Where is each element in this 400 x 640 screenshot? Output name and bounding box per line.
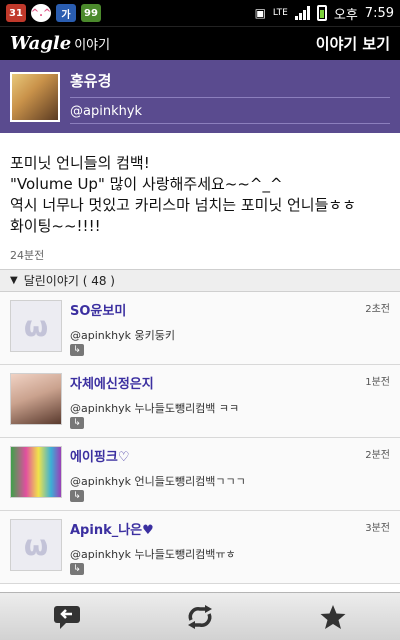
wagle-placeholder-icon: ω (23, 528, 49, 562)
post-line: 역시 너무나 멋있고 카리스마 넘치는 포미닛 언니들ㅎㅎ (10, 196, 357, 214)
page-title: 이야기 보기 (315, 35, 390, 53)
reply-avatar[interactable] (10, 373, 62, 425)
author-profile[interactable]: 홍유경 @apinkhyk (0, 60, 400, 133)
status-bar: 31 ^.^ 가 99 ▣ LTE 오후 7:59 (0, 0, 400, 26)
list-item[interactable]: 자체에신정은지 @apinkhyk 누나들도뺑리컴백 ㅋㅋ 1분전 ↳ (0, 365, 400, 438)
reply-time: 2분전 (365, 450, 390, 461)
ampm-label: 오후 (333, 7, 358, 23)
replies-list[interactable]: ω SO윤보미 @apinkhyk 웅키둥키 2초전 ↳ 자체에신정은지 @ap… (0, 292, 400, 586)
battery-icon (316, 5, 327, 21)
screenshot-icon: ▣ (254, 6, 266, 20)
bottom-toolbar (0, 592, 400, 640)
list-item[interactable]: 에이핑크♡ @apinkhyk 언니들도뺑리컴백ㄱㄱㄱ 2분전 ↳ (0, 438, 400, 511)
reply-avatar[interactable]: ω (10, 300, 62, 352)
battery-status-icon: 99 (81, 4, 101, 22)
app-logo[interactable]: Wagle (10, 33, 71, 54)
keyboard-icon: 가 (56, 4, 76, 22)
reply-text: @apinkhyk 언니들도뺑리컴백ㄱㄱㄱ (70, 475, 246, 488)
reply-arrow-icon[interactable]: ↳ (70, 490, 84, 502)
replies-header-label: 달린이야기 ( 48 ) (23, 274, 115, 288)
reply-author: 자체에신정은지 (70, 377, 154, 392)
favorite-button[interactable] (267, 593, 400, 640)
collapse-triangle-icon[interactable]: ▼ (10, 275, 18, 286)
author-handle: @apinkhyk (70, 104, 390, 124)
retweet-icon (187, 604, 212, 629)
reply-author: SO윤보미 (70, 304, 127, 319)
wagle-placeholder-icon: ω (23, 309, 49, 343)
signal-icon (294, 6, 310, 20)
app-logo-sub: 이야기 (74, 38, 111, 53)
reply-time: 3분전 (365, 523, 390, 534)
reply-author: Apink_나은♥ (70, 523, 154, 538)
list-item[interactable]: ω Apink_나은♥ @apinkhyk 누나들도뺑리컴백ㅠㅎ 3분전 ↳ (0, 511, 400, 584)
author-name: 홍유경 (70, 70, 390, 98)
reply-icon (53, 605, 80, 629)
reply-arrow-icon[interactable]: ↳ (70, 563, 84, 575)
cat-icon: ^.^ (31, 4, 51, 22)
post-line: 포미닛 언니들의 컴백! (10, 154, 150, 172)
reply-text: @apinkhyk 누나들도뺑리컴백ㅠㅎ (70, 548, 236, 561)
reply-arrow-icon[interactable]: ↳ (70, 417, 84, 429)
lte-label: LTE (272, 8, 288, 18)
retweet-button[interactable] (133, 593, 266, 640)
reply-time: 2초전 (365, 304, 390, 315)
clock: 7:59 (364, 5, 394, 21)
post-time: 24분전 (10, 249, 45, 262)
replies-header[interactable]: ▼ 달린이야기 ( 48 ) (0, 269, 400, 292)
notification-icons: 31 ^.^ 가 99 (6, 4, 101, 22)
reply-author: 에이핑크♡ (70, 450, 130, 465)
reply-arrow-icon[interactable]: ↳ (70, 344, 84, 356)
list-item[interactable]: ω SO윤보미 @apinkhyk 웅키둥키 2초전 ↳ (0, 292, 400, 365)
reply-text: @apinkhyk 누나들도뺑리컴백 ㅋㅋ (70, 402, 240, 415)
post-line: "Volume Up" 많이 사랑해주세요~~^_^ (10, 175, 283, 193)
calendar-icon: 31 (6, 4, 26, 22)
reply-text: @apinkhyk 웅키둥키 (70, 329, 175, 342)
app-bar: Wagle 이야기 이야기 보기 (0, 26, 400, 60)
post-body: 포미닛 언니들의 컴백! "Volume Up" 많이 사랑해주세요~~^_^ … (0, 133, 400, 243)
favorite-star-icon (320, 604, 346, 629)
reply-avatar[interactable] (10, 446, 62, 498)
post-line: 화이팅~~!!!! (10, 217, 101, 235)
avatar[interactable] (10, 71, 60, 122)
reply-button[interactable] (0, 593, 133, 640)
reply-time: 1분전 (365, 377, 390, 388)
reply-avatar[interactable]: ω (10, 519, 62, 571)
